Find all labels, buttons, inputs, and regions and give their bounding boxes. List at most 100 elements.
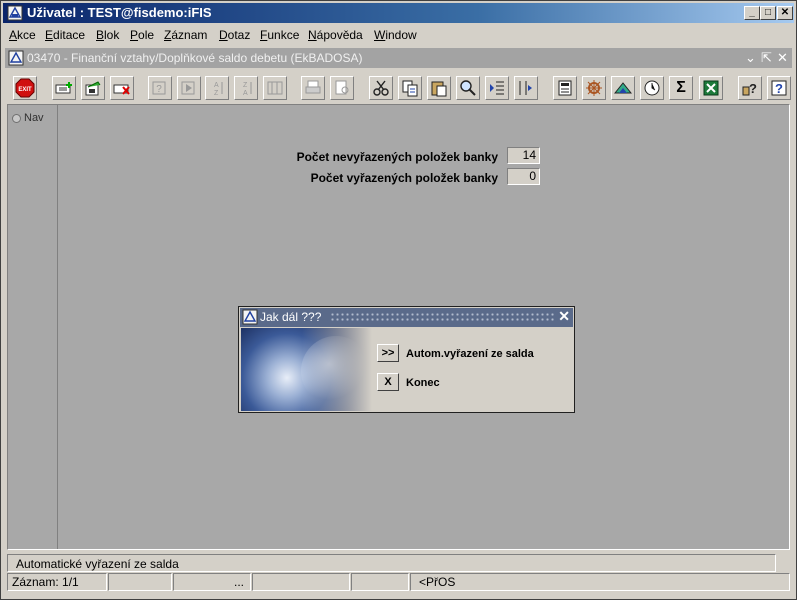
- sum-button[interactable]: Σ: [669, 76, 693, 100]
- nav-pane: Nav: [8, 105, 58, 549]
- delete-record-icon: [113, 84, 130, 95]
- end-button[interactable]: X: [377, 373, 399, 391]
- status-bar: Záznam: 1/1 ... <PřOS: [7, 573, 790, 591]
- auto-assign-button[interactable]: >>: [377, 344, 399, 362]
- print-icon: [305, 80, 321, 94]
- exit-icon: EXIT: [15, 78, 35, 98]
- menu-window[interactable]: Window: [374, 28, 417, 42]
- add-record-icon: [55, 82, 72, 94]
- sort-za-button[interactable]: ZA: [234, 76, 258, 100]
- svg-text:?: ?: [156, 84, 162, 95]
- menu-dotaz[interactable]: Dotaz: [219, 28, 250, 42]
- find-icon: [460, 80, 476, 96]
- window-title: Uživatel : TEST@fisdemo:iFIS: [27, 5, 212, 20]
- execute-query-icon: [181, 81, 195, 95]
- form-icon: [8, 50, 24, 66]
- save-icon: [85, 81, 101, 96]
- app-icon: [7, 5, 23, 21]
- print-button[interactable]: [301, 76, 325, 100]
- assigned-count-label: Počet vyřazených položek banky: [310, 171, 498, 185]
- title-bar: Uživatel : TEST@fisdemo:iFIS _ □ ✕: [3, 3, 794, 23]
- application-window: Uživatel : TEST@fisdemo:iFIS _ □ ✕ Akce …: [0, 0, 797, 600]
- svg-text:EXIT: EXIT: [18, 87, 32, 93]
- svg-text:Z: Z: [214, 90, 219, 97]
- help-icon: ?: [742, 81, 757, 96]
- indent-button[interactable]: [485, 76, 509, 100]
- print-preview-button[interactable]: [330, 76, 354, 100]
- nav-label: Nav: [24, 112, 44, 124]
- exit-button[interactable]: EXIT: [13, 76, 37, 100]
- cut-button[interactable]: [369, 76, 393, 100]
- copy-icon: [402, 80, 418, 97]
- excel-icon: [703, 80, 719, 96]
- menu-bar: Akce Editace Blok Pole Záznam Dotaz Funk…: [3, 25, 794, 45]
- globe-image: [241, 328, 372, 411]
- cut-icon: [373, 80, 389, 96]
- calculator-button[interactable]: [553, 76, 577, 100]
- minimize-button[interactable]: _: [744, 6, 760, 20]
- end-label: Konec: [406, 377, 440, 389]
- svg-text:A: A: [214, 82, 219, 89]
- sort-az-icon: AZ: [214, 82, 223, 97]
- status-segment-5: [351, 573, 409, 591]
- print-preview-icon: [335, 80, 349, 95]
- sort-multi-button[interactable]: [263, 76, 287, 100]
- chart-button[interactable]: [611, 76, 635, 100]
- dialog-title-bar: Jak dál ??? ✕: [240, 308, 573, 327]
- menu-zaznam[interactable]: Záznam: [164, 28, 207, 42]
- save-button[interactable]: [81, 76, 105, 100]
- form-title: 03470 - Finanční vztahy/Doplňkové saldo …: [27, 51, 363, 65]
- paste-button[interactable]: [427, 76, 451, 100]
- menu-napoveda[interactable]: Nápověda: [308, 28, 363, 42]
- clock-icon: [644, 80, 660, 96]
- menu-editace[interactable]: Editace: [45, 28, 85, 42]
- assigned-count-field[interactable]: 0: [507, 168, 540, 185]
- unassigned-count-label: Počet nevyřazených položek banky: [296, 150, 498, 164]
- sort-az-button[interactable]: AZ: [205, 76, 229, 100]
- nav-radio[interactable]: [12, 114, 21, 123]
- dialog-window: Jak dál ??? ✕ >> Autom.vyřazení ze salda…: [238, 306, 575, 413]
- context-help-icon: ?: [771, 80, 787, 96]
- status-message: Automatické vyřazení ze salda: [16, 557, 179, 571]
- unassigned-count-field[interactable]: 14: [507, 147, 540, 164]
- sum-icon: Σ: [676, 79, 686, 96]
- form-minimize-icon[interactable]: ⌄: [745, 50, 756, 66]
- svg-text:?: ?: [775, 81, 783, 96]
- indent-icon: [490, 81, 504, 95]
- mode-indicator: <PřOS: [410, 573, 790, 591]
- menu-funkce[interactable]: Funkce: [260, 28, 299, 42]
- record-indicator: Záznam: 1/1: [7, 573, 107, 591]
- form-close-icon[interactable]: ✕: [777, 50, 788, 66]
- svg-text:A: A: [243, 90, 248, 97]
- status-segment-2: [108, 573, 172, 591]
- execute-query-button[interactable]: [177, 76, 201, 100]
- clock-button[interactable]: [640, 76, 664, 100]
- menu-pole[interactable]: Pole: [130, 28, 154, 42]
- settings-button[interactable]: [582, 76, 606, 100]
- columns-button[interactable]: [514, 76, 538, 100]
- close-button[interactable]: ✕: [777, 6, 793, 20]
- form-title-bar: 03470 - Finanční vztahy/Doplňkové saldo …: [5, 48, 792, 68]
- query-button[interactable]: ?: [148, 76, 172, 100]
- paste-icon: [431, 81, 447, 97]
- form-restore-icon[interactable]: ⇱: [761, 50, 772, 66]
- status-message-bar: Automatické vyřazení ze salda: [7, 554, 776, 572]
- columns-icon: [519, 81, 532, 95]
- menu-blok[interactable]: Blok: [96, 28, 119, 42]
- maximize-button[interactable]: □: [760, 6, 776, 20]
- status-segment-4: [252, 573, 350, 591]
- copy-button[interactable]: [398, 76, 422, 100]
- sort-multi-icon: [267, 81, 283, 95]
- help-button[interactable]: ?: [738, 76, 762, 100]
- add-record-button[interactable]: [52, 76, 76, 100]
- dialog-close-icon[interactable]: ✕: [558, 308, 570, 325]
- calculator-icon: [558, 80, 572, 96]
- find-button[interactable]: [456, 76, 480, 100]
- menu-akce[interactable]: Akce: [9, 28, 36, 42]
- status-ellipsis: ...: [173, 573, 251, 591]
- query-icon: ?: [152, 81, 166, 95]
- delete-record-button[interactable]: [110, 76, 134, 100]
- context-help-button[interactable]: ?: [767, 76, 791, 100]
- auto-assign-label: Autom.vyřazení ze salda: [406, 348, 534, 360]
- excel-button[interactable]: [699, 76, 723, 100]
